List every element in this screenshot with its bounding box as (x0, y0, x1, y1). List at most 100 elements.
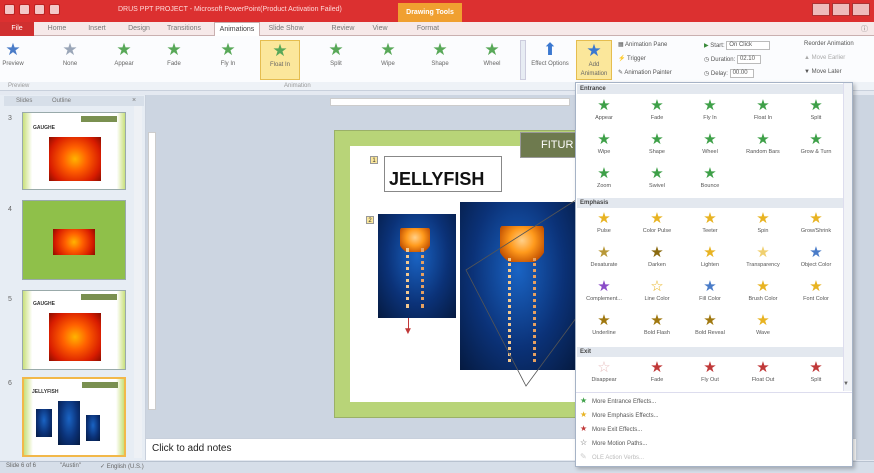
animation-tag[interactable]: 2 (366, 216, 374, 224)
add-animation-button[interactable]: ★ Add Animation (576, 40, 612, 80)
emphasis-complementary[interactable]: ★ Complement... (577, 278, 631, 306)
animation-pane-button[interactable]: ▦ Animation Pane (618, 41, 667, 48)
fitur-label[interactable]: FITUR (520, 132, 582, 158)
start-select[interactable]: On Click (726, 41, 771, 50)
move-earlier-button[interactable]: ▲ Move Earlier (804, 55, 845, 61)
undo-icon[interactable] (34, 4, 45, 15)
animation-tag[interactable]: 1 (370, 156, 378, 164)
exit-fly-out[interactable]: ★ Fly Out (683, 359, 737, 387)
emphasis-brush-color[interactable]: ★ Brush Color (736, 278, 790, 306)
drawing-tools-context-tab[interactable]: Drawing Tools (398, 3, 462, 22)
slide-panel-scrollbar[interactable] (134, 106, 142, 458)
slide-thumbnail-3[interactable]: GAUGHE (22, 112, 126, 190)
entrance-split[interactable]: ★ Split (789, 97, 843, 125)
theme-name[interactable]: "Austin" (60, 463, 81, 469)
animation-painter-button[interactable]: ✎ Animation Painter (618, 69, 672, 76)
anim-wipe-button[interactable]: ★ Wipe (368, 40, 408, 80)
emphasis-wave[interactable]: ★ Wave (736, 312, 790, 340)
tab-slides[interactable]: Slides (16, 96, 32, 106)
duration-input[interactable]: 02.10 (736, 55, 761, 64)
tab-insert[interactable]: Insert (84, 22, 110, 36)
emphasis-line-color[interactable]: ☆ Line Color (630, 278, 684, 306)
notes-placeholder[interactable]: Click to add notes (152, 443, 232, 454)
more-emphasis-effects[interactable]: ★ More Emphasis Effects... (580, 410, 659, 419)
effect-options-button[interactable]: ⬆ Effect Options (530, 40, 570, 80)
emphasis-transparency[interactable]: ★ Transparency (736, 244, 790, 272)
language-status[interactable]: ✓ English (U.S.) (100, 463, 144, 470)
anim-none-button[interactable]: ★ None (50, 40, 90, 80)
entrance-fly-in[interactable]: ★ Fly In (683, 97, 737, 125)
entrance-wipe[interactable]: ★ Wipe (577, 131, 631, 159)
minimize-button[interactable] (812, 3, 830, 16)
emphasis-underline[interactable]: ★ Underline (577, 312, 631, 340)
move-later-button[interactable]: ▼ Move Later (804, 69, 842, 75)
emphasis-spin[interactable]: ★ Spin (736, 210, 790, 238)
app-icon[interactable] (4, 4, 15, 15)
emphasis-font-color[interactable]: ★ Font Color (789, 278, 843, 306)
emphasis-bold-reveal[interactable]: ★ Bold Reveal (683, 312, 737, 340)
entrance-fade[interactable]: ★ Fade (630, 97, 684, 125)
gallery-scroll-down-icon[interactable]: ▼ (843, 381, 849, 387)
tab-outline[interactable]: Outline (52, 96, 71, 106)
slide-thumbnail-6[interactable]: JELLYFISH (22, 377, 126, 457)
delay-input[interactable]: 00.00 (729, 69, 754, 78)
redo-icon[interactable] (49, 4, 60, 15)
more-exit-effects[interactable]: ★ More Exit Effects... (580, 424, 642, 433)
entrance-float-in[interactable]: ★ Float In (736, 97, 790, 125)
emphasis-desaturate[interactable]: ★ Desaturate (577, 244, 631, 272)
emphasis-teeter[interactable]: ★ Teeter (683, 210, 737, 238)
anim-shape-button[interactable]: ★ Shape (420, 40, 460, 80)
emphasis-lighten[interactable]: ★ Lighten (683, 244, 737, 272)
jellyfish-photo-small[interactable] (378, 214, 456, 318)
tab-review[interactable]: Review (328, 22, 358, 36)
tab-file[interactable]: File (0, 22, 34, 36)
tab-transitions[interactable]: Transitions (162, 22, 206, 36)
emphasis-darken[interactable]: ★ Darken (630, 244, 684, 272)
exit-split[interactable]: ★ Split (789, 359, 843, 387)
tab-slide-show[interactable]: Slide Show (266, 22, 306, 36)
slide-thumbnail-5[interactable]: GAUGHE (22, 290, 126, 370)
entrance-swivel[interactable]: ★ Swivel (630, 165, 684, 193)
close-panel-icon[interactable]: × (132, 97, 136, 104)
more-entrance-effects[interactable]: ★ More Entrance Effects... (580, 396, 656, 405)
more-motion-paths[interactable]: ☆ More Motion Paths... (580, 438, 647, 447)
anim-fly-in-button[interactable]: ★ Fly In (208, 40, 248, 80)
save-icon[interactable] (19, 4, 30, 15)
emphasis-bold-flash[interactable]: ★ Bold Flash (630, 312, 684, 340)
slide-thumbnail-4[interactable] (22, 200, 126, 280)
emphasis-pulse[interactable]: ★ Pulse (577, 210, 631, 238)
close-button[interactable] (852, 3, 870, 16)
dropdown-scrollbar[interactable] (843, 83, 852, 391)
trigger-button[interactable]: ⚡ Trigger (618, 55, 646, 62)
entrance-grow-turn[interactable]: ★ Grow & Turn (789, 131, 843, 159)
entrance-bounce[interactable]: ★ Bounce (683, 165, 737, 193)
emphasis-color-pulse[interactable]: ★ Color Pulse (630, 210, 684, 238)
help-icon[interactable]: ⓘ (861, 24, 868, 34)
anim-wheel-button[interactable]: ★ Wheel (472, 40, 512, 80)
gallery-scroll[interactable] (520, 40, 526, 80)
tab-view[interactable]: View (368, 22, 392, 36)
tab-animations[interactable]: Animations (214, 22, 260, 36)
anim-appear-button[interactable]: ★ Appear (104, 40, 144, 80)
slide-heading[interactable]: JELLYFISH (384, 156, 502, 192)
emphasis-fill-color[interactable]: ★ Fill Color (683, 278, 737, 306)
exit-disappear[interactable]: ☆ Disappear (577, 359, 631, 387)
anim-float-in-button[interactable]: ★ Float In (260, 40, 300, 80)
tab-design[interactable]: Design (124, 22, 154, 36)
entrance-random-bars[interactable]: ★ Random Bars (736, 131, 790, 159)
entrance-appear[interactable]: ★ Appear (577, 97, 631, 125)
entrance-wheel[interactable]: ★ Wheel (683, 131, 737, 159)
exit-fade[interactable]: ★ Fade (630, 359, 684, 387)
emphasis-object-color[interactable]: ★ Object Color (789, 244, 843, 272)
tab-format[interactable]: Format (412, 22, 444, 36)
entrance-shape[interactable]: ★ Shape (630, 131, 684, 159)
effect-label: Float In (753, 115, 773, 121)
preview-button[interactable]: ★ Preview (2, 40, 24, 80)
maximize-button[interactable] (832, 3, 850, 16)
anim-split-button[interactable]: ★ Split (316, 40, 356, 80)
emphasis-grow-shrink[interactable]: ★ Grow/Shrink (789, 210, 843, 238)
tab-home[interactable]: Home (44, 22, 70, 36)
anim-fade-button[interactable]: ★ Fade (154, 40, 194, 80)
entrance-zoom[interactable]: ★ Zoom (577, 165, 631, 193)
exit-float-out[interactable]: ★ Float Out (736, 359, 790, 387)
